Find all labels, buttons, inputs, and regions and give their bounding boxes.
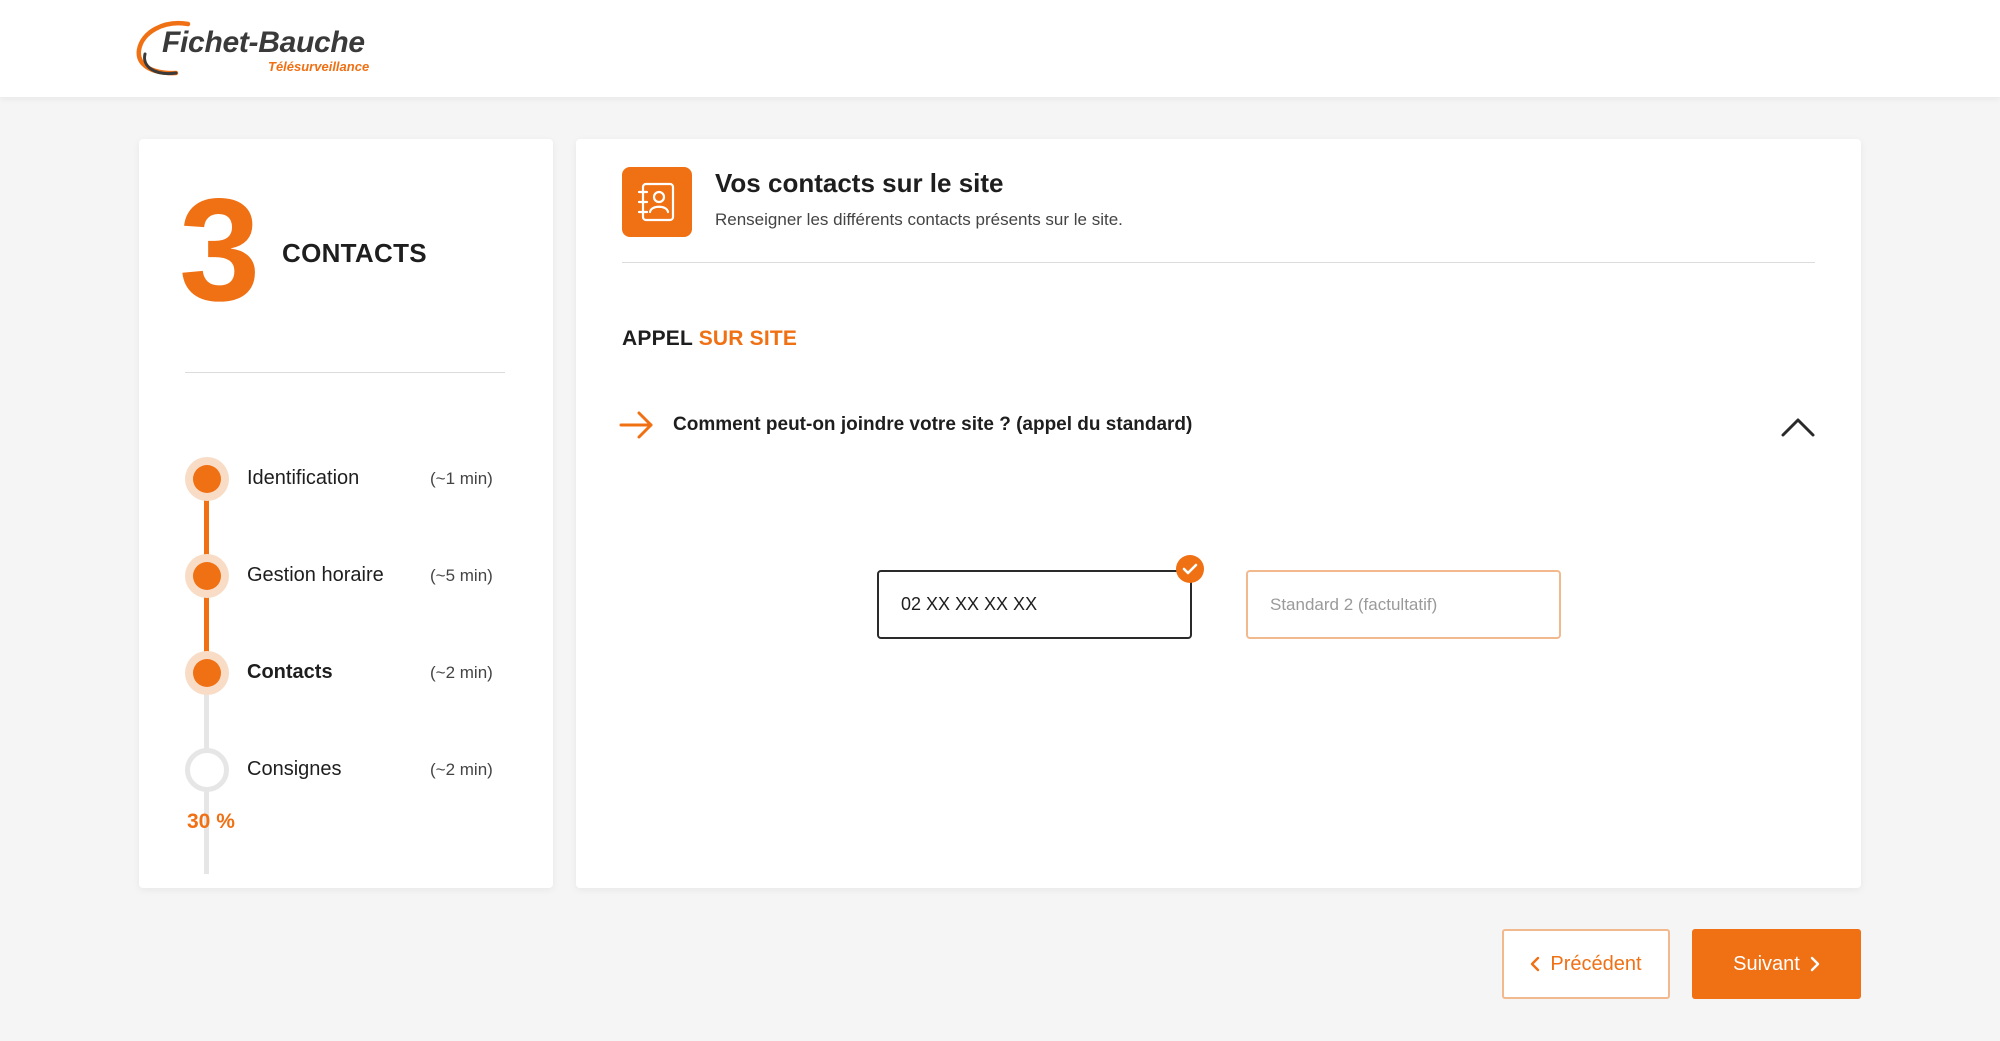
step-duration: (~1 min) bbox=[430, 469, 493, 488]
chevron-left-icon bbox=[1531, 956, 1540, 972]
section-subtitle: Renseigner les différents contacts prése… bbox=[715, 210, 1123, 229]
previous-button[interactable]: Précédent bbox=[1502, 929, 1670, 999]
top-header: Fichet-Bauche Télésurveillance bbox=[0, 0, 2000, 97]
step-contacts[interactable]: Contacts (~2 min) bbox=[185, 651, 525, 695]
call-heading: APPEL SUR SITE bbox=[622, 327, 797, 351]
step-duration: (~2 min) bbox=[430, 663, 493, 682]
step-current-icon bbox=[185, 651, 229, 695]
step-label: Gestion horaire bbox=[247, 564, 384, 586]
brand-tagline: Télésurveillance bbox=[268, 59, 370, 74]
call-heading-accent: SUR SITE bbox=[698, 327, 798, 350]
step-label: Contacts bbox=[247, 661, 333, 683]
arrow-right-icon bbox=[619, 411, 653, 439]
next-button[interactable]: Suivant bbox=[1692, 929, 1861, 999]
step-title: CONTACTS bbox=[282, 238, 427, 268]
step-number: 3 bbox=[179, 168, 261, 331]
step-label: Identification bbox=[247, 467, 360, 489]
step-done-icon bbox=[185, 554, 229, 598]
step-done-icon bbox=[185, 457, 229, 501]
progress-sidebar: 3 CONTACTS Identification (~1 min) Gesti… bbox=[139, 139, 553, 888]
step-consignes[interactable]: Consignes (~2 min) bbox=[185, 748, 525, 792]
standard-1-phone-input[interactable] bbox=[877, 570, 1192, 639]
sidebar-divider bbox=[185, 372, 505, 373]
valid-check-icon bbox=[1176, 555, 1204, 583]
standard-2-phone-input[interactable] bbox=[1246, 570, 1561, 639]
step-todo-icon bbox=[185, 748, 229, 792]
step-duration: (~5 min) bbox=[430, 566, 493, 585]
contact-book-icon bbox=[622, 167, 692, 237]
chevron-up-icon bbox=[1781, 418, 1815, 437]
call-heading-prefix: APPEL bbox=[622, 327, 693, 350]
step-identification[interactable]: Identification (~1 min) bbox=[185, 457, 525, 501]
step-label: Consignes bbox=[247, 758, 342, 780]
contacts-form-card: Vos contacts sur le site Renseigner les … bbox=[576, 139, 1861, 888]
step-gestion-horaire[interactable]: Gestion horaire (~5 min) bbox=[185, 554, 525, 598]
section-title: Vos contacts sur le site bbox=[715, 168, 1004, 198]
collapse-toggle[interactable] bbox=[1780, 411, 1816, 441]
brand-logo[interactable]: Fichet-Bauche Télésurveillance bbox=[136, 16, 396, 80]
section-divider bbox=[622, 262, 1815, 263]
brand-name: Fichet-Bauche bbox=[162, 26, 365, 59]
chevron-right-icon bbox=[1810, 956, 1820, 972]
question-text: Comment peut-on joindre votre site ? (ap… bbox=[673, 414, 1193, 435]
progress-percent: 30 % bbox=[187, 810, 235, 833]
question-accordion-header[interactable]: Comment peut-on joindre votre site ? (ap… bbox=[619, 407, 1819, 447]
previous-button-label: Précédent bbox=[1550, 952, 1642, 975]
step-duration: (~2 min) bbox=[430, 760, 493, 779]
next-button-label: Suivant bbox=[1733, 952, 1800, 975]
